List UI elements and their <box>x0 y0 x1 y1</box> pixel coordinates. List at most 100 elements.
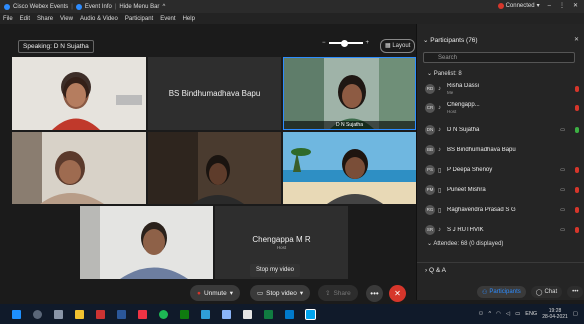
panelist-group-header[interactable]: ⌄ Panelist: 8 <box>427 70 462 77</box>
app-icon[interactable] <box>96 309 105 319</box>
menu-edit[interactable]: Edit <box>20 16 30 22</box>
video-camera-icon: ▭ <box>560 207 565 213</box>
participant-row[interactable]: CR ♪ Chengapp... Host <box>425 101 581 115</box>
app-title-group: Cisco Webex Events | Event Info | Hide M… <box>4 3 165 10</box>
webex-taskbar-icon[interactable] <box>305 308 316 320</box>
video-tile-bs-bindhumadhava[interactable]: BS Bindhumadhava Bapu <box>148 57 281 130</box>
video-tile-dn-sujatha[interactable]: D N Sujatha <box>283 57 416 130</box>
excel-icon[interactable] <box>180 309 189 319</box>
participants-button[interactable]: ⚇ Participants <box>477 286 526 298</box>
notifications-icon[interactable]: ▢ <box>573 311 578 317</box>
menu-participant[interactable]: Participant <box>125 16 153 22</box>
mic-active-icon[interactable] <box>575 127 579 133</box>
search-input[interactable]: Search <box>423 52 575 63</box>
word-icon[interactable] <box>117 309 126 319</box>
avatar: SR <box>425 225 435 235</box>
task-view-icon[interactable] <box>54 309 63 319</box>
menu-file[interactable]: File <box>3 16 13 22</box>
mic-muted-icon[interactable] <box>575 86 579 92</box>
participant-row[interactable]: RG ▯ Raghavendra Prasad S G ▭ <box>425 203 581 217</box>
video-tile-participant-4[interactable] <box>283 132 416 204</box>
participant-row[interactable]: DN ♪ D N Sujatha ▭ <box>425 123 581 137</box>
active-speaker-indicator: Speaking: D N Sujatha <box>18 40 94 53</box>
participant-name: Risha Dassi <box>447 82 480 89</box>
people-icon[interactable]: ⚇ <box>479 311 484 317</box>
participant-row[interactable]: PM ▯ Puneet Mishra ▭ <box>425 183 581 197</box>
sheets-icon[interactable] <box>264 309 273 319</box>
participant-row[interactable]: BB ♪ BS Bindhumadhava Bapu <box>425 143 581 157</box>
share-button[interactable]: ⇪ Share <box>318 285 358 301</box>
more-panels-button[interactable]: ••• <box>567 286 584 298</box>
windows-start-icon[interactable] <box>12 309 21 319</box>
chevron-down-icon[interactable]: ▾ <box>300 289 303 297</box>
menu-event[interactable]: Event <box>160 16 175 22</box>
mic-muted-icon[interactable] <box>575 167 579 173</box>
more-options-icon[interactable]: ⋮ <box>559 2 565 9</box>
video-camera-icon: ▭ <box>257 290 264 297</box>
video-camera-icon: ▭ <box>560 187 565 193</box>
chevron-up-icon[interactable]: ^ <box>162 4 165 10</box>
event-info-link[interactable]: Event Info <box>85 4 112 10</box>
video-control: ▭ Stop video ▾ <box>250 285 311 301</box>
participant-name: Puneet Mishra <box>447 187 486 193</box>
network-icon[interactable]: ◠ <box>496 311 501 317</box>
hide-menu-bar-button[interactable]: Hide Menu Bar <box>119 4 159 10</box>
video-tile-participant-3[interactable] <box>148 132 281 204</box>
chevron-up-icon[interactable]: ^ <box>488 311 491 317</box>
mic-muted-icon[interactable] <box>575 105 579 111</box>
battery-icon[interactable]: ▭ <box>515 311 520 317</box>
stop-video-label: Stop video <box>266 289 297 297</box>
edge-icon[interactable] <box>201 309 210 319</box>
file-explorer-icon[interactable] <box>75 309 84 319</box>
menu-share[interactable]: Share <box>37 16 53 22</box>
panelist-group-label: Panelist: 8 <box>433 71 462 77</box>
clock[interactable]: 19:28 28-04-2021 <box>542 308 568 320</box>
video-camera-icon: ▭ <box>560 167 565 173</box>
mic-muted-icon[interactable] <box>575 207 579 213</box>
chat-icon: ◯ <box>535 289 543 296</box>
connection-icon <box>497 2 504 9</box>
stop-video-button[interactable]: ▭ Stop video ▾ <box>250 285 311 301</box>
share-label: Share <box>333 289 351 297</box>
spotify-icon[interactable] <box>159 309 168 319</box>
minimize-button[interactable]: – <box>548 3 551 9</box>
volume-icon[interactable]: ◁ <box>506 311 510 317</box>
zoom-slider[interactable] <box>328 39 363 47</box>
app-icon[interactable] <box>222 309 231 319</box>
layout-button[interactable]: ▦ Layout <box>380 39 416 53</box>
video-tile-participant-5[interactable] <box>80 206 213 279</box>
connection-status-label: Connected <box>505 2 535 9</box>
chat-button[interactable]: ◯ Chat <box>530 286 563 298</box>
qa-panel-header[interactable]: › Q & A <box>425 267 446 274</box>
phone-icon: ▯ <box>438 207 442 214</box>
connection-status[interactable]: Connected ▾ <box>497 2 540 9</box>
participants-panel-title[interactable]: ⌄ Participants (76) <box>423 36 478 44</box>
attendee-group-header[interactable]: ⌄ Attendee: 68 (0 displayed) <box>427 240 503 247</box>
zoom-out-icon[interactable]: − <box>322 40 326 46</box>
mic-muted-icon[interactable] <box>575 187 579 193</box>
video-camera-icon: ▭ <box>560 227 565 233</box>
vscode-icon[interactable] <box>285 309 294 319</box>
unmute-button[interactable]: ● Unmute ▾ <box>190 285 240 301</box>
zoom-in-icon[interactable]: + <box>366 40 370 46</box>
close-panel-button[interactable]: ✕ <box>574 36 579 43</box>
mic-muted-icon[interactable] <box>575 227 579 233</box>
headset-icon: ♪ <box>438 105 441 111</box>
chevron-down-icon[interactable]: ▾ <box>230 289 233 297</box>
notepad-icon[interactable] <box>243 309 252 319</box>
zoom-slider-handle[interactable] <box>340 39 348 47</box>
search-icon[interactable] <box>33 309 42 319</box>
close-window-button[interactable]: ✕ <box>573 2 578 9</box>
menu-view[interactable]: View <box>60 16 73 22</box>
participant-row[interactable]: PS ▯ P Deepa Shenoy ▭ <box>425 163 581 177</box>
leave-meeting-button[interactable]: ✕ <box>389 284 406 302</box>
more-options-button[interactable]: ••• <box>366 284 383 302</box>
video-tile-participant-1[interactable] <box>12 57 146 130</box>
participant-row[interactable]: RD ♪ Risha Dassi Me <box>425 82 581 96</box>
video-tile-participant-2[interactable] <box>12 132 146 204</box>
participant-row[interactable]: SR ♪ S J RUTHVIK ▭ <box>425 223 581 237</box>
menu-audio-video[interactable]: Audio & Video <box>80 16 118 22</box>
language-indicator[interactable]: ENG <box>525 311 537 317</box>
chrome-icon[interactable] <box>138 309 147 319</box>
menu-help[interactable]: Help <box>183 16 195 22</box>
